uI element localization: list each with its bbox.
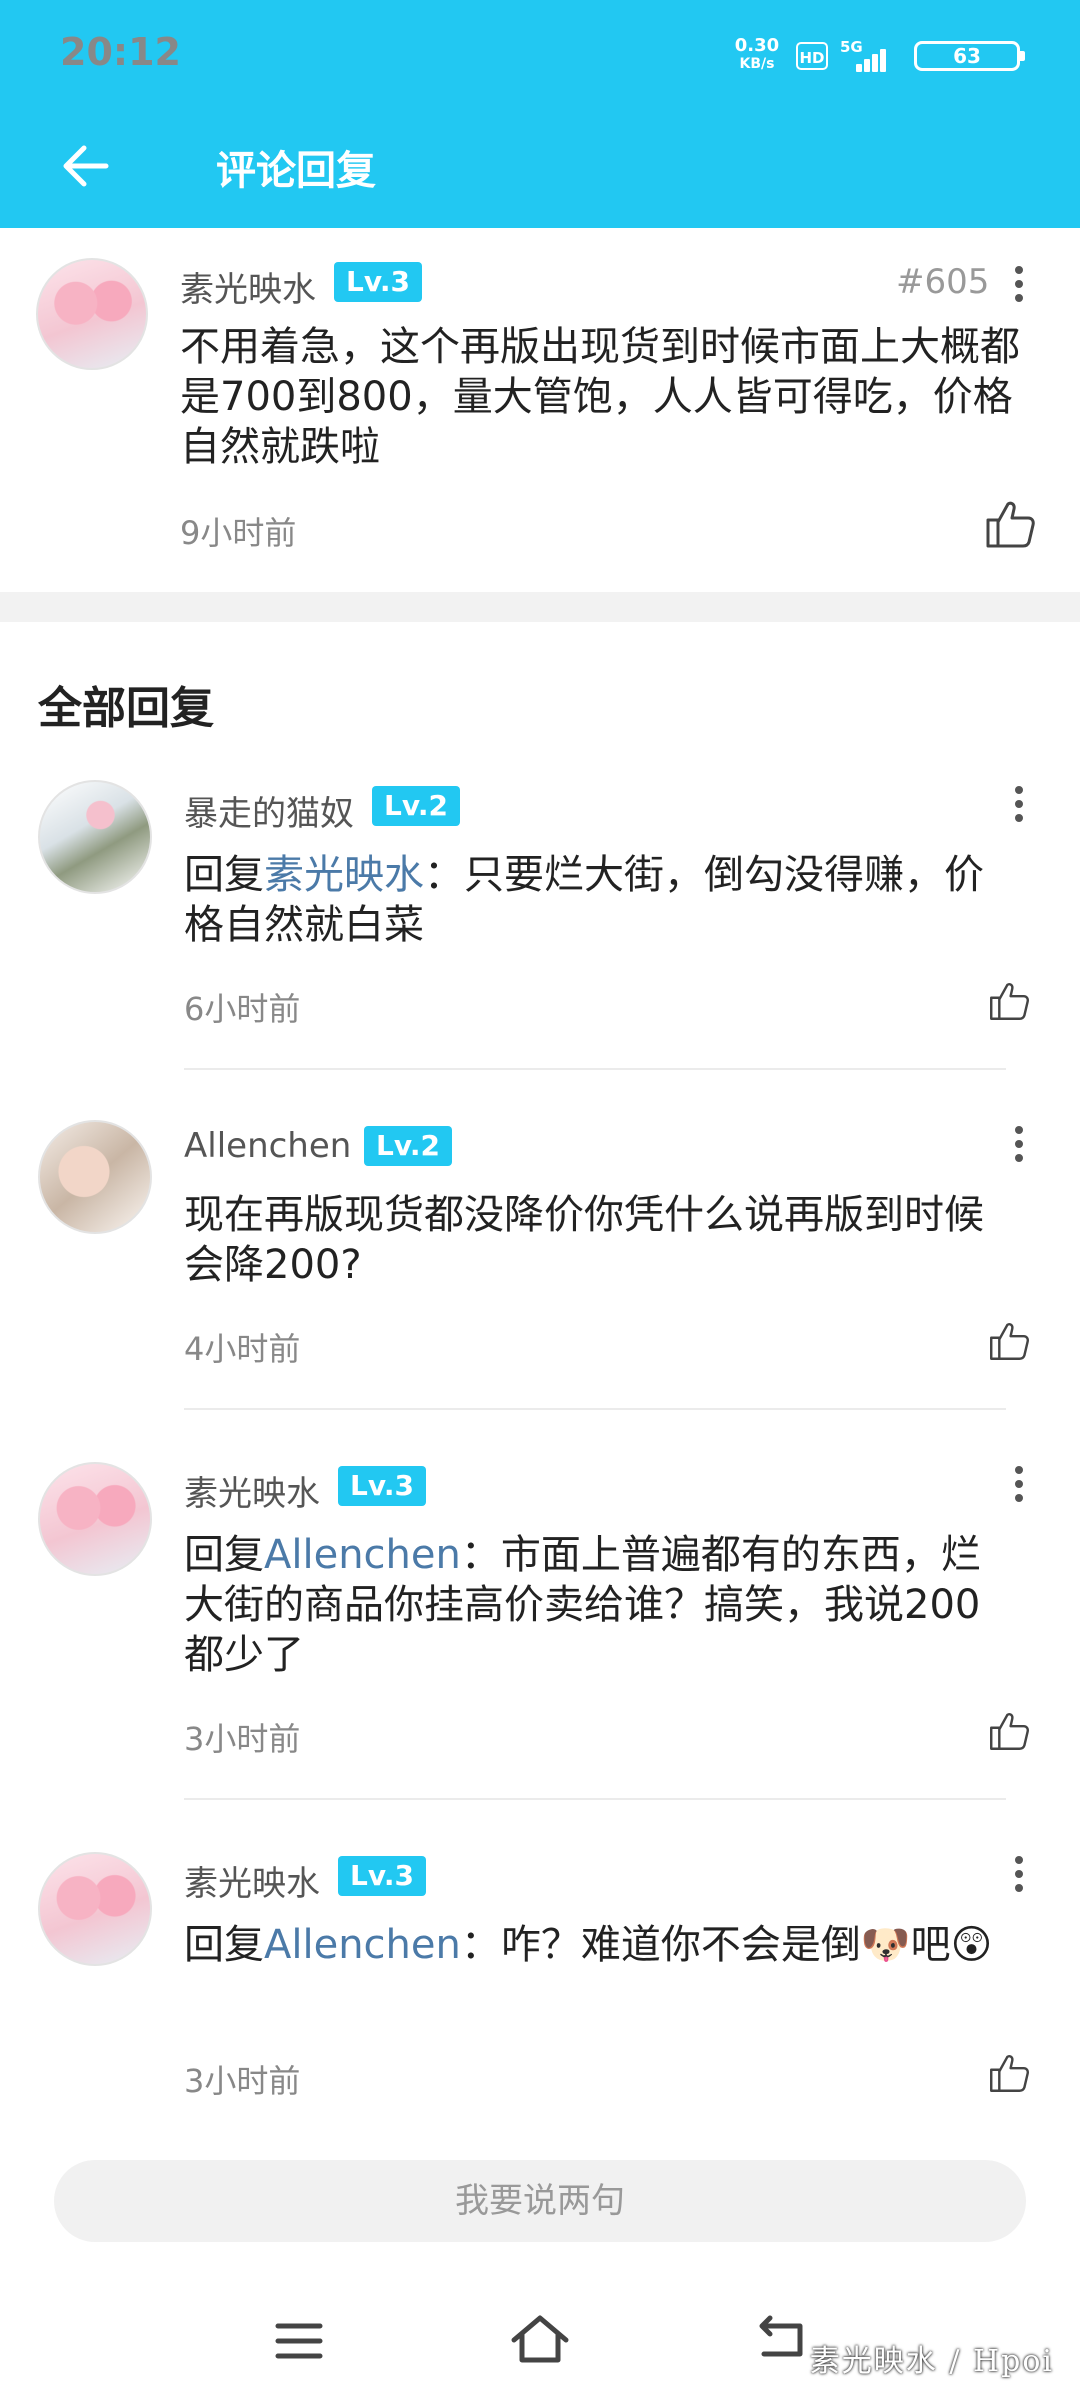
username[interactable]: 素光映水 <box>184 1466 320 1515</box>
level-badge: Lv.3 <box>334 262 422 302</box>
like-icon[interactable] <box>988 1320 1030 1362</box>
level-badge: Lv.3 <box>338 1466 426 1506</box>
page-title: 评论回复 <box>216 148 376 194</box>
more-options-icon[interactable] <box>1012 786 1026 826</box>
navigation-bar: 素光映水 / Hpoi <box>0 2270 1080 2400</box>
back-arrow-icon[interactable] <box>56 136 116 196</box>
status-time: 20:12 <box>60 30 181 74</box>
comment-time: 9小时前 <box>180 514 297 552</box>
reply-time: 3小时前 <box>184 1720 301 1758</box>
avatar[interactable] <box>36 258 148 370</box>
username[interactable]: 素光映水 <box>180 262 316 311</box>
floor-number: #605 <box>896 262 990 302</box>
divider <box>184 1068 1006 1070</box>
mention-link[interactable]: Allenchen <box>264 1532 461 1578</box>
avatar[interactable] <box>38 1462 152 1576</box>
avatar[interactable] <box>38 1852 152 1966</box>
level-badge: Lv.2 <box>372 786 460 826</box>
home-icon[interactable] <box>510 2314 570 2364</box>
hd-icon: HD <box>796 42 828 70</box>
reply-content: 回复素光映水：只要烂大街，倒勾没得赚，价格自然就白菜 <box>184 852 984 948</box>
more-options-icon[interactable] <box>1012 266 1026 306</box>
status-bar: 20:12 0.30 KB/s HD 5G 63 <box>0 0 1080 108</box>
more-options-icon[interactable] <box>1012 1856 1026 1896</box>
reply-content: 回复Allenchen：咋？难道你不会是倒🐶吧😲 <box>184 1922 993 1968</box>
section-title: 全部回复 <box>38 683 214 734</box>
divider <box>184 1798 1006 1800</box>
level-badge: Lv.3 <box>338 1856 426 1896</box>
avatar[interactable] <box>38 780 152 894</box>
reply-content: 回复Allenchen：市面上普遍都有的东西，烂大街的商品你挂高价卖给谁？搞笑，… <box>184 1532 981 1678</box>
like-icon[interactable] <box>984 498 1036 550</box>
username[interactable]: 暴走的猫奴 <box>184 786 354 835</box>
watermark: 素光映水 / Hpoi <box>809 2344 1054 2379</box>
app-bar: 评论回复 <box>0 108 1080 228</box>
username[interactable]: Allenchen <box>184 1126 351 1166</box>
level-badge: Lv.2 <box>364 1126 452 1166</box>
signal-icon: 5G <box>840 38 886 74</box>
reply-time: 6小时前 <box>184 990 301 1028</box>
divider <box>184 1408 1006 1410</box>
like-icon[interactable] <box>988 1710 1030 1752</box>
menu-icon[interactable] <box>274 2316 324 2366</box>
mention-link[interactable]: Allenchen <box>264 1922 461 1968</box>
reply-time: 3小时前 <box>184 2062 301 2100</box>
back-nav-icon[interactable] <box>756 2314 806 2364</box>
reply-content: 现在再版现货都没降价你凭什么说再版到时候会降200? <box>184 1192 984 1288</box>
more-options-icon[interactable] <box>1012 1126 1026 1166</box>
battery-icon: 63 <box>914 41 1025 71</box>
username[interactable]: 素光映水 <box>184 1856 320 1905</box>
avatar[interactable] <box>38 1120 152 1234</box>
comment-content: 不用着急，这个再版出现货到时候市面上大概都是700到800，量大管饱，人人皆可得… <box>180 324 1020 470</box>
net-speed: 0.30 KB/s <box>734 35 780 72</box>
comment-input[interactable]: 我要说两句 <box>54 2160 1026 2242</box>
like-icon[interactable] <box>988 2052 1030 2094</box>
section-gap <box>0 592 1080 622</box>
mention-link[interactable]: 素光映水 <box>264 852 424 898</box>
reply-time: 4小时前 <box>184 1330 301 1368</box>
more-options-icon[interactable] <box>1012 1466 1026 1506</box>
like-icon[interactable] <box>988 980 1030 1022</box>
